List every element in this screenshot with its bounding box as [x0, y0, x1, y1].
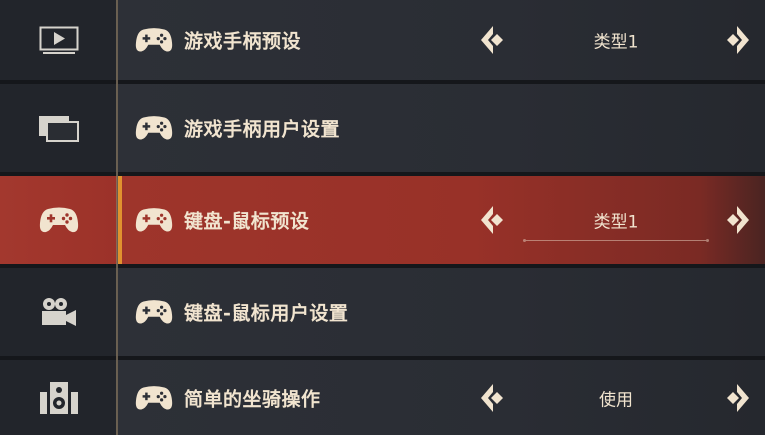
setting-label: 简单的坐骑操作 — [184, 388, 321, 410]
arrow-left-icon[interactable] — [480, 383, 506, 413]
setting-row-simple-mount[interactable]: 简单的坐骑操作 使用 — [118, 360, 765, 435]
arrow-right-icon[interactable] — [724, 383, 750, 413]
row-divider — [0, 356, 765, 360]
value-underline — [523, 239, 709, 242]
gamepad-icon — [135, 300, 173, 324]
gamepad-icon — [39, 207, 78, 233]
gamepad-icon — [135, 116, 173, 140]
arrow-right-icon[interactable] — [724, 205, 750, 235]
sidebar-item-video[interactable] — [0, 0, 117, 80]
sidebar-divider — [116, 0, 118, 435]
setting-value: 类型1 — [593, 32, 639, 53]
active-accent-bar — [118, 176, 122, 264]
arrow-right-icon[interactable] — [724, 25, 750, 55]
sidebar-item-audio[interactable] — [0, 360, 117, 435]
row-divider — [0, 172, 765, 176]
arrow-left-icon[interactable] — [480, 205, 506, 235]
camera-icon — [41, 298, 76, 326]
setting-row-gamepad-user[interactable]: 游戏手柄用户设置 — [118, 84, 765, 172]
setting-value: 使用 — [599, 390, 633, 410]
setting-label: 游戏手柄用户设置 — [184, 118, 341, 141]
video-icon — [39, 26, 78, 54]
row-divider — [0, 80, 765, 84]
setting-label: 键盘-鼠标预设 — [184, 210, 310, 233]
sidebar-item-controls[interactable] — [0, 176, 117, 264]
setting-label: 游戏手柄预设 — [184, 30, 302, 53]
gamepad-icon — [135, 28, 173, 52]
setting-label: 键盘-鼠标用户设置 — [184, 302, 349, 325]
gamepad-icon — [135, 385, 173, 409]
speaker-icon — [39, 381, 78, 414]
gamepad-icon — [135, 208, 173, 232]
sidebar-item-display[interactable] — [0, 84, 117, 172]
sidebar — [0, 0, 117, 435]
row-divider — [0, 264, 765, 268]
windows-icon — [38, 116, 79, 142]
setting-row-keyboard-preset[interactable]: 键盘-鼠标预设 类型1 — [118, 176, 765, 264]
setting-row-keyboard-user[interactable]: 键盘-鼠标用户设置 — [118, 268, 765, 356]
sidebar-item-camera[interactable] — [0, 268, 117, 356]
setting-value: 类型1 — [593, 212, 639, 233]
arrow-left-icon[interactable] — [480, 25, 506, 55]
setting-row-gamepad-preset[interactable]: 游戏手柄预设 类型1 — [118, 0, 765, 80]
